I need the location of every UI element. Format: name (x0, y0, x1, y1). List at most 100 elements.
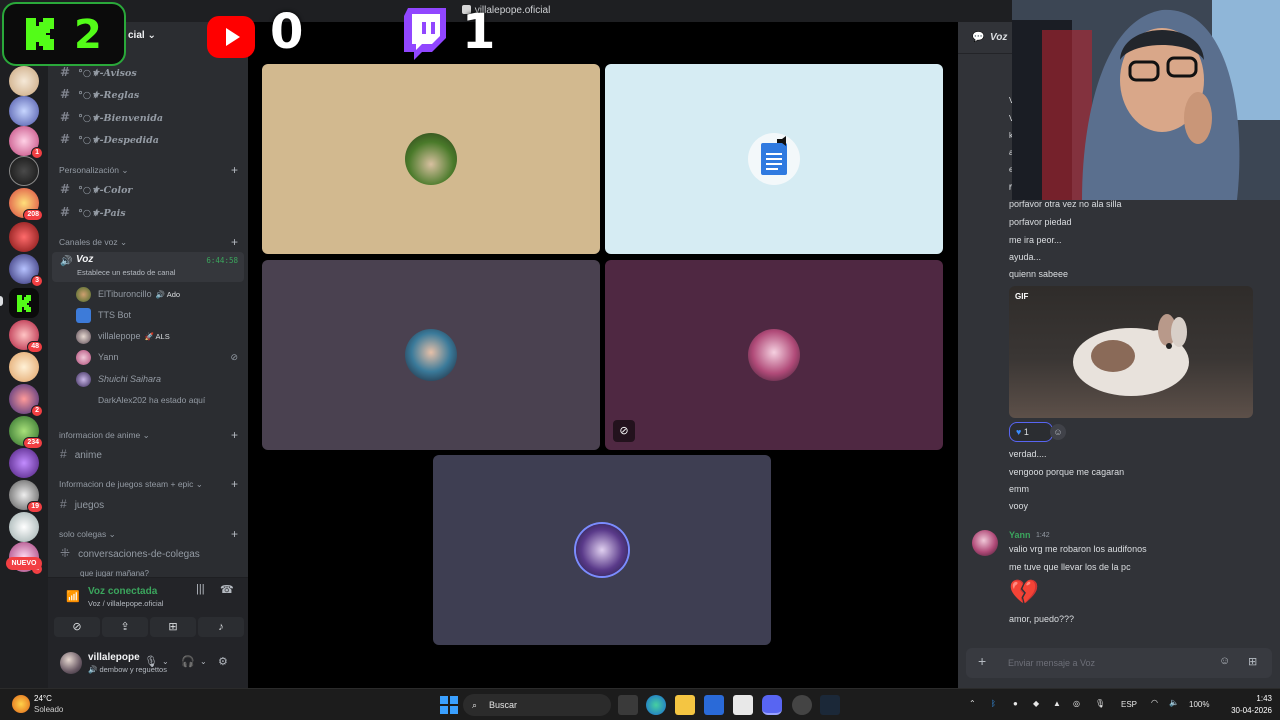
voice-user[interactable]: TTS Bot (76, 305, 244, 325)
voice-tile-eltiburoncillo[interactable] (262, 64, 600, 254)
reaction-heart[interactable]: ♥ 1 (1009, 422, 1053, 442)
disconnect-icon[interactable]: ☎ (220, 583, 234, 596)
emoji-icon[interactable]: ☺ (1219, 655, 1230, 667)
activities-button[interactable]: ⊞ (150, 617, 196, 637)
add-channel-icon[interactable]: + (231, 162, 238, 178)
channel-juegos[interactable]: # juegos (52, 493, 244, 515)
microphone-icon[interactable]: 🎙 (144, 655, 158, 668)
language-indicator[interactable]: ESP (1121, 700, 1137, 709)
voice-tile-yann[interactable]: ⊘ (605, 260, 943, 450)
chevron-down-icon[interactable]: ⌄ (200, 657, 207, 666)
channel-conversaciones-de-colegas[interactable]: ⁜ conversaciones-de-colegas (52, 542, 244, 564)
new-badge[interactable]: NUEVO (6, 557, 42, 570)
gif-attachment[interactable]: GIF (1009, 286, 1253, 418)
channel-color[interactable]: # °○⚜-Color (52, 178, 244, 200)
app-icon[interactable] (792, 695, 812, 715)
attach-plus-icon[interactable]: + (978, 653, 986, 669)
voice-tile-villalepope[interactable] (262, 260, 600, 450)
user-tag: 🔊 Ado (155, 290, 181, 299)
voice-tile-shuichi-saihara[interactable] (433, 455, 771, 645)
channel-reglas[interactable]: # °○⚜-Reglas (52, 83, 244, 105)
username[interactable]: villalepope (88, 652, 140, 663)
voice-channel-status[interactable]: Establece un estado de canal (77, 268, 175, 277)
category-canales-de-voz[interactable]: Canales de voz ⌄ + (52, 234, 244, 250)
category-personalizacion[interactable]: Personalización ⌄ + (52, 162, 244, 178)
store-icon[interactable] (704, 695, 724, 715)
avatar[interactable] (60, 652, 82, 674)
server-icon[interactable]: 234 (9, 416, 43, 449)
channel-bienvenida[interactable]: # °○⚜-Bienvenida (52, 106, 244, 128)
taskbar-search[interactable]: ⌕ Buscar (463, 694, 611, 716)
camera-off-button[interactable]: ⊘ (54, 617, 100, 637)
voice-user[interactable]: ElTiburoncillo 🔊 Ado (76, 284, 244, 304)
server-icon[interactable]: 208 (9, 188, 43, 221)
play-icon (226, 28, 240, 46)
file-explorer-icon[interactable] (675, 695, 695, 715)
add-channel-icon[interactable]: + (231, 234, 238, 250)
edge-icon[interactable] (646, 695, 666, 715)
server-icon[interactable] (9, 222, 39, 252)
server-icon[interactable] (9, 512, 39, 542)
add-channel-icon[interactable]: + (231, 476, 238, 492)
tray-app-icon[interactable]: ▲ (1053, 699, 1061, 708)
weather-icon[interactable] (12, 695, 30, 713)
server-icon[interactable] (9, 96, 39, 126)
server-icon[interactable]: 19 (9, 480, 43, 513)
noise-suppression-icon[interactable]: ||| (196, 583, 205, 595)
steam-icon[interactable] (820, 695, 840, 715)
bluetooth-icon[interactable]: ᛒ (991, 699, 996, 708)
voice-status-subtitle[interactable]: Voz / villalepope.oficial (88, 599, 163, 608)
weather-temperature[interactable]: 24°C (34, 694, 52, 703)
microphone-icon[interactable]: 🎙 (1095, 699, 1105, 708)
apps-icon[interactable]: ⊞ (1248, 655, 1257, 668)
tray-app-icon[interactable]: ◎ (1073, 699, 1080, 708)
clock-time[interactable]: 1:43 (1222, 694, 1272, 703)
server-icon[interactable]: 2 (9, 384, 43, 417)
volume-icon[interactable]: 🔈 (1169, 698, 1179, 707)
chevron-up-icon[interactable]: ⌃ (969, 699, 976, 708)
voice-user[interactable]: Yann ⊘ (76, 347, 244, 367)
tray-app-icon[interactable]: ◆ (1033, 699, 1039, 708)
add-channel-icon[interactable]: + (231, 526, 238, 542)
message-input[interactable] (1008, 655, 1208, 671)
task-view-icon[interactable] (618, 695, 638, 715)
channel-pais[interactable]: # °○⚜-Pais (52, 201, 244, 223)
soundboard-button[interactable]: ♪ (198, 617, 244, 637)
add-channel-icon[interactable]: + (231, 427, 238, 443)
signal-icon[interactable]: 📶 (66, 590, 80, 603)
category-juegos[interactable]: Informacion de juegos steam + epic ⌄ + (52, 476, 244, 492)
tray-app-icon[interactable]: ● (1013, 699, 1018, 708)
server-icon[interactable] (9, 448, 39, 478)
battery-indicator[interactable]: 100% (1189, 700, 1209, 709)
kick-server-icon[interactable] (9, 288, 39, 318)
add-reaction-icon[interactable]: ☺ (1050, 424, 1066, 440)
gear-icon[interactable]: ⚙ (218, 655, 228, 668)
server-icon[interactable] (9, 156, 39, 186)
message-author[interactable]: Yann (1009, 530, 1031, 540)
category-anime[interactable]: informacion de anime ⌄ + (52, 427, 244, 443)
server-icon[interactable] (9, 352, 39, 382)
server-icon[interactable]: 48 (9, 320, 43, 353)
category-solo-colegas[interactable]: solo colegas ⌄ + (52, 526, 244, 542)
forum-thread[interactable]: que jugar mañana? (52, 563, 244, 577)
server-name[interactable]: cial ⌄ (128, 30, 156, 41)
channel-despedida[interactable]: # °○⚜-Despedida (52, 128, 244, 150)
avatar[interactable] (972, 530, 998, 556)
server-icon[interactable]: 1 (9, 126, 43, 159)
voice-channel-voz[interactable]: 🔊 Voz Establece un estado de canal 6:44:… (52, 252, 244, 282)
chevron-down-icon[interactable]: ⌄ (162, 657, 169, 666)
voice-user[interactable]: villalepope 🚀 ALS (76, 326, 244, 346)
voice-user[interactable]: Shuichi Saihara (76, 369, 244, 389)
clock-date[interactable]: 30-04-2026 (1222, 706, 1272, 715)
wifi-icon[interactable]: ◠ (1151, 698, 1158, 707)
voice-tile-tts-bot[interactable] (605, 64, 943, 254)
screen-share-button[interactable]: ⇪ (102, 617, 148, 637)
discord-taskbar-icon[interactable] (762, 695, 782, 715)
server-icon[interactable]: 3 (9, 254, 43, 287)
channel-anime[interactable]: # anime (52, 443, 244, 465)
weather-description[interactable]: Soleado (34, 705, 63, 714)
headphones-icon[interactable]: 🎧 (181, 655, 195, 668)
server-icon[interactable] (9, 66, 39, 96)
windows-start-icon[interactable] (439, 695, 459, 715)
calendar-app-icon[interactable] (733, 695, 753, 715)
